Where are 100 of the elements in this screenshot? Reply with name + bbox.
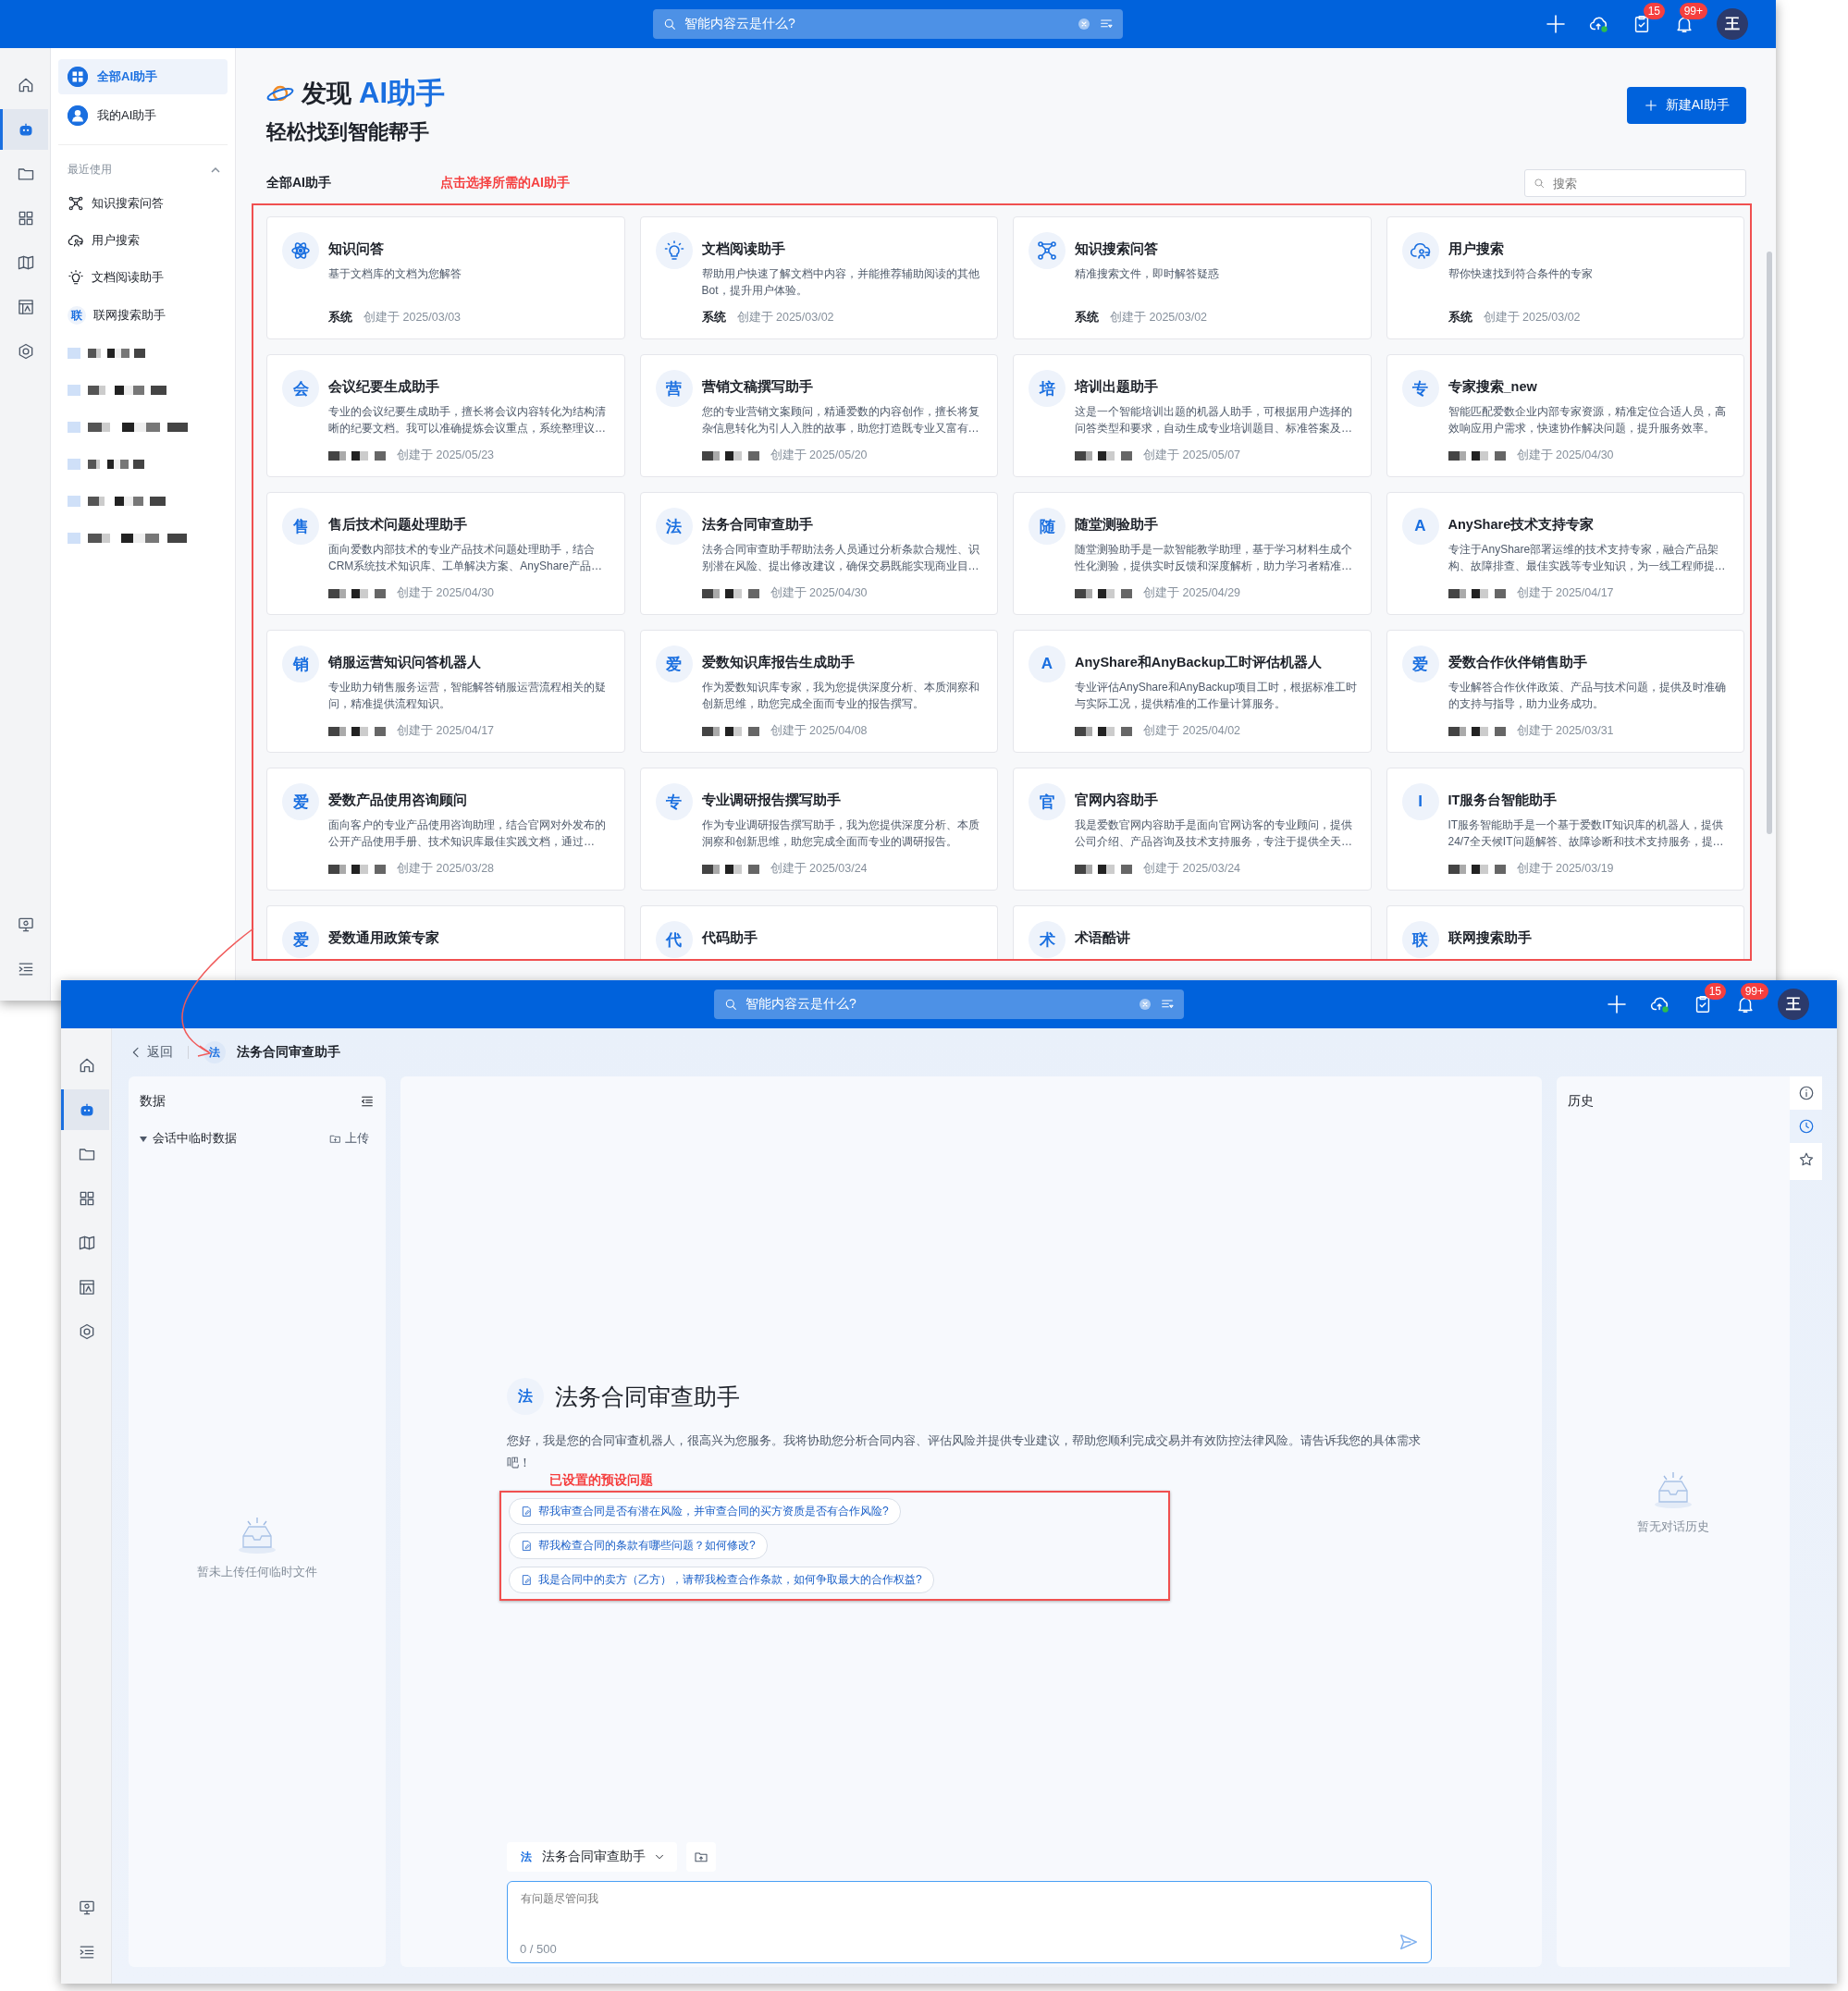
side-tab[interactable] — [1790, 1110, 1822, 1143]
sidebar-item[interactable]: 联 联网搜索助手 — [58, 298, 228, 333]
assistant-card[interactable]: 爱 爱数知识库报告生成助手 作为爱数知识库专家，我为您提供深度分析、本质洞察和创新思维，助您完成全面而专业的报告撰写。 创建于 2025/04/08 — [639, 630, 998, 753]
lightbulb-icon — [68, 269, 84, 286]
created-date: 创建于 2025/04/17 — [1516, 585, 1614, 601]
assistant-card[interactable]: 爱 爱数合作伙伴销售助手 专业解答合作伙伴政策、产品与技术问题，提供及时准确的支持与指导，助力业务成功。 创建于 2025/03/31 — [1386, 630, 1744, 753]
frame-icon — [77, 1278, 96, 1297]
pixelated-name — [1075, 726, 1132, 736]
assistant-description: 基于文档库的文档为您解答 — [328, 266, 462, 282]
scrollbar[interactable] — [1767, 252, 1772, 834]
created-date: 创建于 2025/03/19 — [1516, 861, 1614, 877]
assistant-card[interactable]: 营 营销文稿撰写助手 您的专业营销文案顾问，精通爱数的内容创作，擅长将复杂信息转化为引人入胜的故事，助您打造既专业又富有… 创建于 2025/05/20 — [639, 354, 998, 477]
assistant-name: 培训出题助手 — [1075, 378, 1159, 396]
assistant-card[interactable]: A AnyShare和AnyBackup工时评估机器人 专业评估AnyShare和AnyBackup项目工时，根据标准工时与实际工况，提供精准的工作量计算服务。 创建于 2025/04/02 — [1013, 630, 1372, 753]
pixelated-name — [1448, 864, 1506, 874]
preset-question-chip[interactable]: 我是合同中的卖方（乙方），请帮我检查合作条款，如何争取最大的合作权益? — [509, 1567, 934, 1593]
assistant-card[interactable]: 售 售后技术问题处理助手 面向爱数内部技术的专业产品技术问题处理助手，结合CRM系统技术知识库、工单解决方案、AnyShare产品… 创建于 2025/04/30 — [266, 492, 625, 615]
assistant-description: 专业的会议纪要生成助手，擅长将会议内容转化为结构清晰的纪要文档。我可以准确提炼会议重点，系统整理议… — [328, 404, 607, 436]
assistant-description: 帮你快速找到符合条件的专家 — [1448, 266, 1594, 282]
sidebar-item[interactable]: 知识搜索问答 — [58, 187, 228, 220]
pixelated-name — [1075, 864, 1132, 874]
assistant-name: 售后技术问题处理助手 — [328, 516, 468, 534]
count-badge: 15 — [1643, 3, 1665, 19]
sidebar-item[interactable]: 我的AI助手 — [58, 98, 228, 133]
pixelated-name — [1448, 726, 1506, 736]
user-avatar[interactable]: 王 — [1778, 989, 1809, 1020]
clock-icon — [1797, 1118, 1815, 1135]
assistant-card[interactable]: 培 培训出题助手 这是一个智能培训出题的机器人助手，可根据用户选择的问答类型和要求，自动生成专业培训题目、标准答案及… 创建于 2025/05/07 — [1013, 354, 1372, 477]
section-label: 最近使用 — [68, 162, 112, 178]
assistant-card[interactable]: 用户搜索 帮你快速找到符合条件的专家 系统 创建于 2025/03/02 — [1386, 216, 1744, 339]
nav-item[interactable] — [0, 109, 48, 150]
assistant-title: 法务合同审查助手 — [555, 1382, 740, 1411]
sidebar-item[interactable]: 文档阅读助手 — [58, 261, 228, 294]
assistant-name: 爱数通用政策专家 — [328, 929, 440, 947]
assistant-name: 代码助手 — [701, 929, 758, 947]
empty-inbox-icon — [1652, 1470, 1694, 1509]
assistant-name: 爱数产品使用咨询顾问 — [328, 792, 468, 809]
nav-item[interactable] — [61, 1089, 109, 1130]
count-badge: 99+ — [1679, 3, 1707, 19]
assistant-avatar: 销 — [282, 645, 319, 682]
assistant-description: 专业评估AnyShare和AnyBackup项目工时，根据标准工时与实际工况，提供精准的工作量计算服务。 — [1075, 680, 1359, 712]
assistant-card[interactable]: I IT服务台智能助手 IT服务智能助手是一个基于爱数IT知识库的机器人，提供24/7全天候IT问题解答、故障诊断和技术支持服务，提… 创建于 2025/03/19 — [1386, 768, 1744, 891]
clear-icon — [1077, 17, 1091, 31]
new-assistant-button[interactable]: 新建AI助手 — [1626, 87, 1746, 124]
assistant-name: 用户搜索 — [1448, 240, 1505, 258]
created-date: 创建于 2025/03/31 — [1516, 723, 1614, 739]
created-date: 创建于 2025/03/24 — [770, 861, 868, 877]
assistant-card[interactable]: 知识搜索问答 精准搜索文件，即时解答疑惑 系统 创建于 2025/03/02 — [1013, 216, 1372, 339]
preset-question-chip[interactable]: 帮我审查合同是否有潜在风险，并审查合同的买方资质是否有合作风险? — [509, 1498, 901, 1525]
chevron-icon[interactable] — [211, 165, 220, 175]
assistant-card[interactable]: 术 术语酷讲 — [1013, 905, 1372, 959]
assistant-card[interactable]: 官 官网内容助手 我是爱数官网内容助手是面向官网访客的专业顾问，提供公司介绍、产品咨询及技术支持服务，专注于提供全天… 创建于 2025/03/24 — [1013, 768, 1372, 891]
collapse-icon — [360, 1094, 375, 1109]
assistant-card[interactable]: 文档阅读助手 帮助用户快速了解文档中内容，并能推荐辅助阅读的其他Bot，提升用户体验。 系统 创建于 2025/03/02 — [639, 216, 998, 339]
assistant-card[interactable]: 联 联网搜索助手 — [1386, 905, 1744, 959]
folder-label[interactable]: 会话中临时数据 — [153, 1131, 237, 1147]
assistant-card[interactable]: 销 销服运营知识问答机器人 专业助力销售服务运营，智能解答销服运营流程相关的疑问，精准提供流程知识。 创建于 2025/04/17 — [266, 630, 625, 753]
assistant-description: 这是一个智能培训出题的机器人助手，可根据用户选择的问答类型和要求，自动生成专业培训题目、标准答案及… — [1075, 404, 1353, 436]
back-button[interactable]: 返回 — [129, 1044, 173, 1061]
lightbulb-icon — [655, 232, 693, 269]
plus-icon — [1606, 993, 1628, 1015]
upload-button[interactable] — [686, 1842, 716, 1872]
pixelated-name — [701, 726, 759, 736]
assistant-name: 营销文稿撰写助手 — [701, 378, 814, 396]
assistant-card[interactable]: 知识问答 基于文档库的文档为您解答 系统 创建于 2025/03/03 — [266, 216, 625, 339]
preset-question-chip[interactable]: 帮我检查合同的条款有哪些问题？如何修改? — [509, 1532, 768, 1559]
assistant-avatar: 培 — [1029, 370, 1066, 407]
created-date: 创建于 2025/04/30 — [770, 585, 868, 601]
annotation-text: 已设置的预设问题 — [549, 1471, 653, 1489]
cloud-person-icon — [1401, 232, 1439, 269]
created-date: 创建于 2025/03/02 — [736, 310, 834, 326]
caret-icon[interactable] — [140, 1136, 147, 1142]
search-icon — [1533, 177, 1546, 190]
upload-button[interactable]: 上传 — [324, 1130, 375, 1148]
pixelated-name — [701, 450, 759, 461]
assistant-avatar: 爱 — [282, 921, 319, 958]
search-field[interactable]: 搜索 — [1524, 169, 1746, 197]
sidebar-item[interactable]: 用户搜索 — [58, 224, 228, 257]
assistant-card[interactable]: 专 专业调研报告撰写助手 作为专业调研报告撰写助手，我为您提供深度分析、本质洞察和创新思维，助您完成全面而专业的调研报告。 创建于 2025/03/24 — [639, 768, 998, 891]
assistant-card[interactable]: 爱 爱数通用政策专家 — [266, 905, 625, 959]
assistant-avatar: 专 — [655, 783, 693, 820]
annotation-text: 点击选择所需的AI助手 — [440, 175, 570, 191]
monitor-icon — [16, 916, 35, 934]
assistant-card[interactable]: 法 法务合同审查助手 法务合同审查助手帮助法务人员通过分析条款合规性、识别潜在风险、提出修改建议，确保交易既能实现商业目… 创建于 2025/04/30 — [639, 492, 998, 615]
assistant-description: 专业解答合作伙伴政策、产品与技术问题，提供及时准确的支持与指导，助力业务成功。 — [1448, 680, 1727, 712]
assistant-card[interactable]: 代 代码助手 — [639, 905, 998, 959]
assistant-avatar: 随 — [1029, 508, 1066, 545]
send-icon — [1398, 1932, 1419, 1952]
assistant-card[interactable]: A AnyShare技术支持专家 专注于AnyShare部署运维的技术支持专家，融合产品架构、故障排查、最佳实践等专业知识，为一线工程师提… 创建于 2025/04/17 — [1386, 492, 1744, 615]
assistant-selector[interactable]: 法 法务合同审查助手 — [507, 1842, 677, 1872]
assistant-card[interactable]: 爱 爱数产品使用咨询顾问 面向客户的专业产品使用咨询助理，结合官网对外发布的公开产品使用手册、技术知识库最佳实践文档，通过… 创建于 2025/03/28 — [266, 768, 625, 891]
user-avatar[interactable]: 王 — [1717, 8, 1748, 40]
assistant-card[interactable]: 随 随堂测验助手 随堂测验助手是一款智能教学助理，基于学习材料生成个性化测验，提供实时反馈和深度解析，助力学习者精准… 创建于 2025/04/29 — [1013, 492, 1372, 615]
cloud-person-icon — [68, 232, 84, 249]
assistant-avatar: A — [1401, 508, 1439, 545]
assistant-name: 术语酷讲 — [1075, 929, 1131, 947]
assistant-card[interactable]: 会 会议纪要生成助手 专业的会议纪要生成助手，擅长将会议内容转化为结构清晰的纪要文档。我可以准确提炼会议重点，系统整理议… 创建于 2025/05/23 — [266, 354, 625, 477]
sidebar-item[interactable]: 全部AI助手 — [58, 59, 228, 94]
pixelated-name — [328, 864, 386, 874]
assistant-card[interactable]: 专 专家搜索_new 智能匹配爱数企业内部专家资源，精准定位合适人员，高效响应用户需求，快速协作解决问题，提升服务效率。 创建于 2025/04/30 — [1386, 354, 1744, 477]
